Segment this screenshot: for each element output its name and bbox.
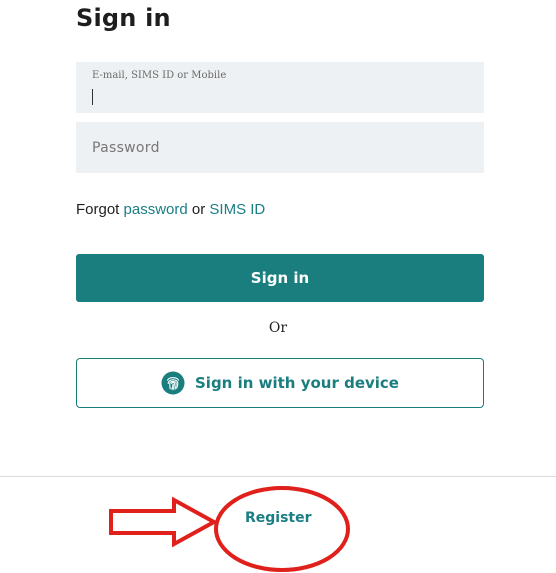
forgot-password-link[interactable]: password: [124, 201, 188, 218]
sign-in-with-device-button[interactable]: Sign in with your device: [76, 358, 484, 408]
section-divider: [0, 476, 556, 477]
forgot-prefix: Forgot: [76, 201, 120, 218]
forgot-sims-id-link[interactable]: SIMS ID: [209, 201, 265, 218]
email-input[interactable]: [76, 62, 484, 113]
sign-in-button[interactable]: Sign in: [76, 254, 484, 302]
password-field[interactable]: [76, 122, 484, 173]
forgot-or: or: [191, 201, 206, 218]
sign-in-with-device-label: Sign in with your device: [195, 374, 399, 392]
page-title: Sign in: [76, 4, 171, 32]
fingerprint-icon: [161, 371, 185, 395]
password-input[interactable]: [76, 122, 484, 173]
forgot-row: Forgot password or SIMS ID: [76, 200, 265, 220]
email-field[interactable]: E-mail, SIMS ID or Mobile: [76, 62, 484, 113]
red-circle-highlight: [214, 486, 350, 572]
register-link[interactable]: Register: [245, 510, 312, 526]
red-arrow-icon: [109, 496, 219, 548]
or-separator: Or: [268, 320, 288, 336]
